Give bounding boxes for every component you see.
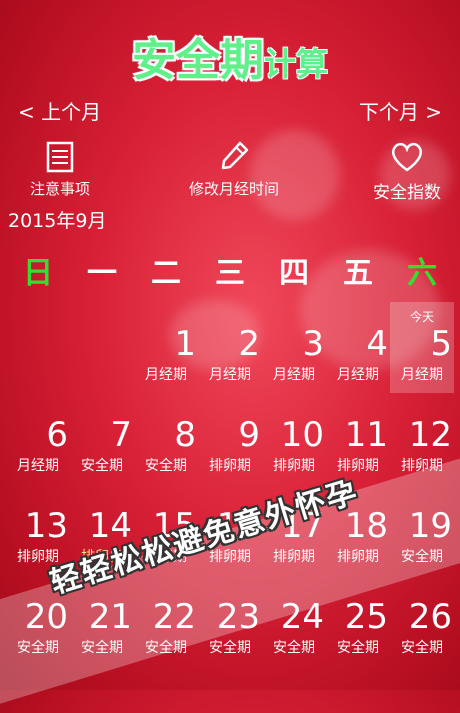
calendar-day-cell[interactable]: 8 安全期 bbox=[134, 393, 198, 484]
day-number: 23 bbox=[216, 597, 260, 637]
pencil-icon bbox=[221, 141, 249, 170]
today-tag: 今天 bbox=[409, 310, 434, 324]
notes-label: 注意事项 bbox=[29, 180, 90, 198]
safety-index-label: 安全指数 bbox=[373, 183, 441, 203]
weekday-fri: 五 bbox=[343, 256, 373, 291]
day-phase-label: 排卵期 bbox=[273, 458, 315, 474]
notes-button[interactable]: 注意事项 bbox=[22, 140, 98, 199]
calendar-day-cell[interactable]: 22 安全期 bbox=[134, 575, 198, 666]
day-number: 2 bbox=[238, 324, 260, 364]
day-phase-label: 月经期 bbox=[273, 367, 315, 383]
day-number: 12 bbox=[408, 415, 452, 455]
calendar-day-cell[interactable]: 19 安全期 bbox=[390, 484, 454, 575]
weekday-tue: 二 bbox=[151, 256, 181, 291]
day-number: 11 bbox=[344, 415, 388, 455]
calendar-empty-cell bbox=[6, 302, 70, 393]
edit-period-label: 修改月经时间 bbox=[188, 180, 279, 198]
safety-index-button[interactable]: 安全指数 bbox=[360, 140, 454, 203]
note-icon bbox=[46, 141, 74, 173]
day-phase-label: 安全期 bbox=[17, 640, 59, 656]
weekday-thu: 四 bbox=[279, 256, 309, 291]
day-number: 3 bbox=[302, 324, 324, 364]
day-phase-label: 月经期 bbox=[17, 458, 59, 474]
calendar-day-cell[interactable]: 3 月经期 bbox=[262, 302, 326, 393]
heart-icon bbox=[391, 142, 423, 172]
day-phase-label: 安全期 bbox=[145, 640, 187, 656]
calendar-day-cell[interactable]: 7 安全期 bbox=[70, 393, 134, 484]
day-number: 4 bbox=[366, 324, 388, 364]
edit-period-button[interactable]: 修改月经时间 bbox=[176, 140, 292, 199]
app-title-sub: 计算 bbox=[263, 45, 328, 83]
calendar-day-cell[interactable]: 6 月经期 bbox=[6, 393, 70, 484]
day-phase-label: 排卵期 bbox=[337, 549, 379, 565]
calendar-grid: 1 月经期 2 月经期 3 月经期 4 月经期 今天 5 月经期 6 月经期 7 安全期 8 安全期 9 排卵期 10… bbox=[6, 302, 454, 666]
day-phase-label: 安全期 bbox=[81, 640, 123, 656]
weekday-sat: 六 bbox=[407, 256, 437, 291]
day-number: 25 bbox=[344, 597, 388, 637]
calendar-day-cell[interactable]: 2 月经期 bbox=[198, 302, 262, 393]
day-number: 21 bbox=[88, 597, 132, 637]
day-number: 5 bbox=[430, 324, 452, 364]
day-number: 26 bbox=[408, 597, 452, 637]
prev-month-button[interactable]: < 上个月 bbox=[18, 96, 101, 125]
day-number: 13 bbox=[24, 506, 68, 546]
day-phase-label: 排卵期 bbox=[273, 549, 315, 565]
day-number: 22 bbox=[152, 597, 196, 637]
day-phase-label: 排卵期 bbox=[209, 458, 251, 474]
day-phase-label: 排卵期 bbox=[401, 458, 443, 474]
day-phase-label: 安全期 bbox=[337, 640, 379, 656]
day-number: 20 bbox=[24, 597, 68, 637]
day-phase-label: 安全期 bbox=[81, 458, 123, 474]
day-number: 1 bbox=[174, 324, 196, 364]
day-phase-label: 安全期 bbox=[145, 458, 187, 474]
calendar-week-row: 6 月经期 7 安全期 8 安全期 9 排卵期 10 排卵期 11 排卵期 12 排卵期 bbox=[6, 393, 454, 484]
calendar-day-cell[interactable]: 25 安全期 bbox=[326, 575, 390, 666]
day-phase-label: 安全期 bbox=[273, 640, 315, 656]
day-phase-label: 安全期 bbox=[401, 640, 443, 656]
day-number: 19 bbox=[408, 506, 452, 546]
app-title: 安全期计算 bbox=[0, 24, 460, 88]
day-phase-label: 月经期 bbox=[337, 367, 379, 383]
day-number: 9 bbox=[238, 415, 260, 455]
day-phase-label: 月经期 bbox=[209, 367, 251, 383]
day-number: 10 bbox=[280, 415, 324, 455]
calendar-empty-cell bbox=[70, 302, 134, 393]
day-phase-label: 月经期 bbox=[401, 367, 443, 383]
weekday-header: 日 一 二 三 四 五 六 bbox=[6, 248, 454, 292]
day-phase-label: 安全期 bbox=[401, 549, 443, 565]
calendar-day-cell[interactable]: 23 安全期 bbox=[198, 575, 262, 666]
app-title-main: 安全期 bbox=[131, 35, 264, 86]
day-number: 24 bbox=[280, 597, 324, 637]
calendar-week-row: 1 月经期 2 月经期 3 月经期 4 月经期 今天 5 月经期 bbox=[6, 302, 454, 393]
day-phase-label: 安全期 bbox=[209, 640, 251, 656]
current-month: 2015年9月 bbox=[8, 210, 107, 232]
weekday-wed: 三 bbox=[215, 256, 245, 291]
calendar-day-cell[interactable]: 4 月经期 bbox=[326, 302, 390, 393]
day-phase-label: 月经期 bbox=[145, 367, 187, 383]
calendar-day-cell[interactable]: 今天 5 月经期 bbox=[390, 302, 454, 393]
weekday-sun: 日 bbox=[23, 256, 53, 291]
calendar-day-cell[interactable]: 26 安全期 bbox=[390, 575, 454, 666]
calendar-day-cell[interactable]: 9 排卵期 bbox=[198, 393, 262, 484]
calendar-day-cell[interactable]: 1 月经期 bbox=[134, 302, 198, 393]
weekday-mon: 一 bbox=[87, 256, 117, 291]
next-month-button[interactable]: 下个月 > bbox=[359, 96, 442, 125]
calendar-day-cell[interactable]: 12 排卵期 bbox=[390, 393, 454, 484]
day-number: 6 bbox=[46, 415, 68, 455]
calendar-day-cell[interactable]: 24 安全期 bbox=[262, 575, 326, 666]
day-number: 8 bbox=[174, 415, 196, 455]
day-number: 7 bbox=[110, 415, 132, 455]
calendar-day-cell[interactable]: 10 排卵期 bbox=[262, 393, 326, 484]
